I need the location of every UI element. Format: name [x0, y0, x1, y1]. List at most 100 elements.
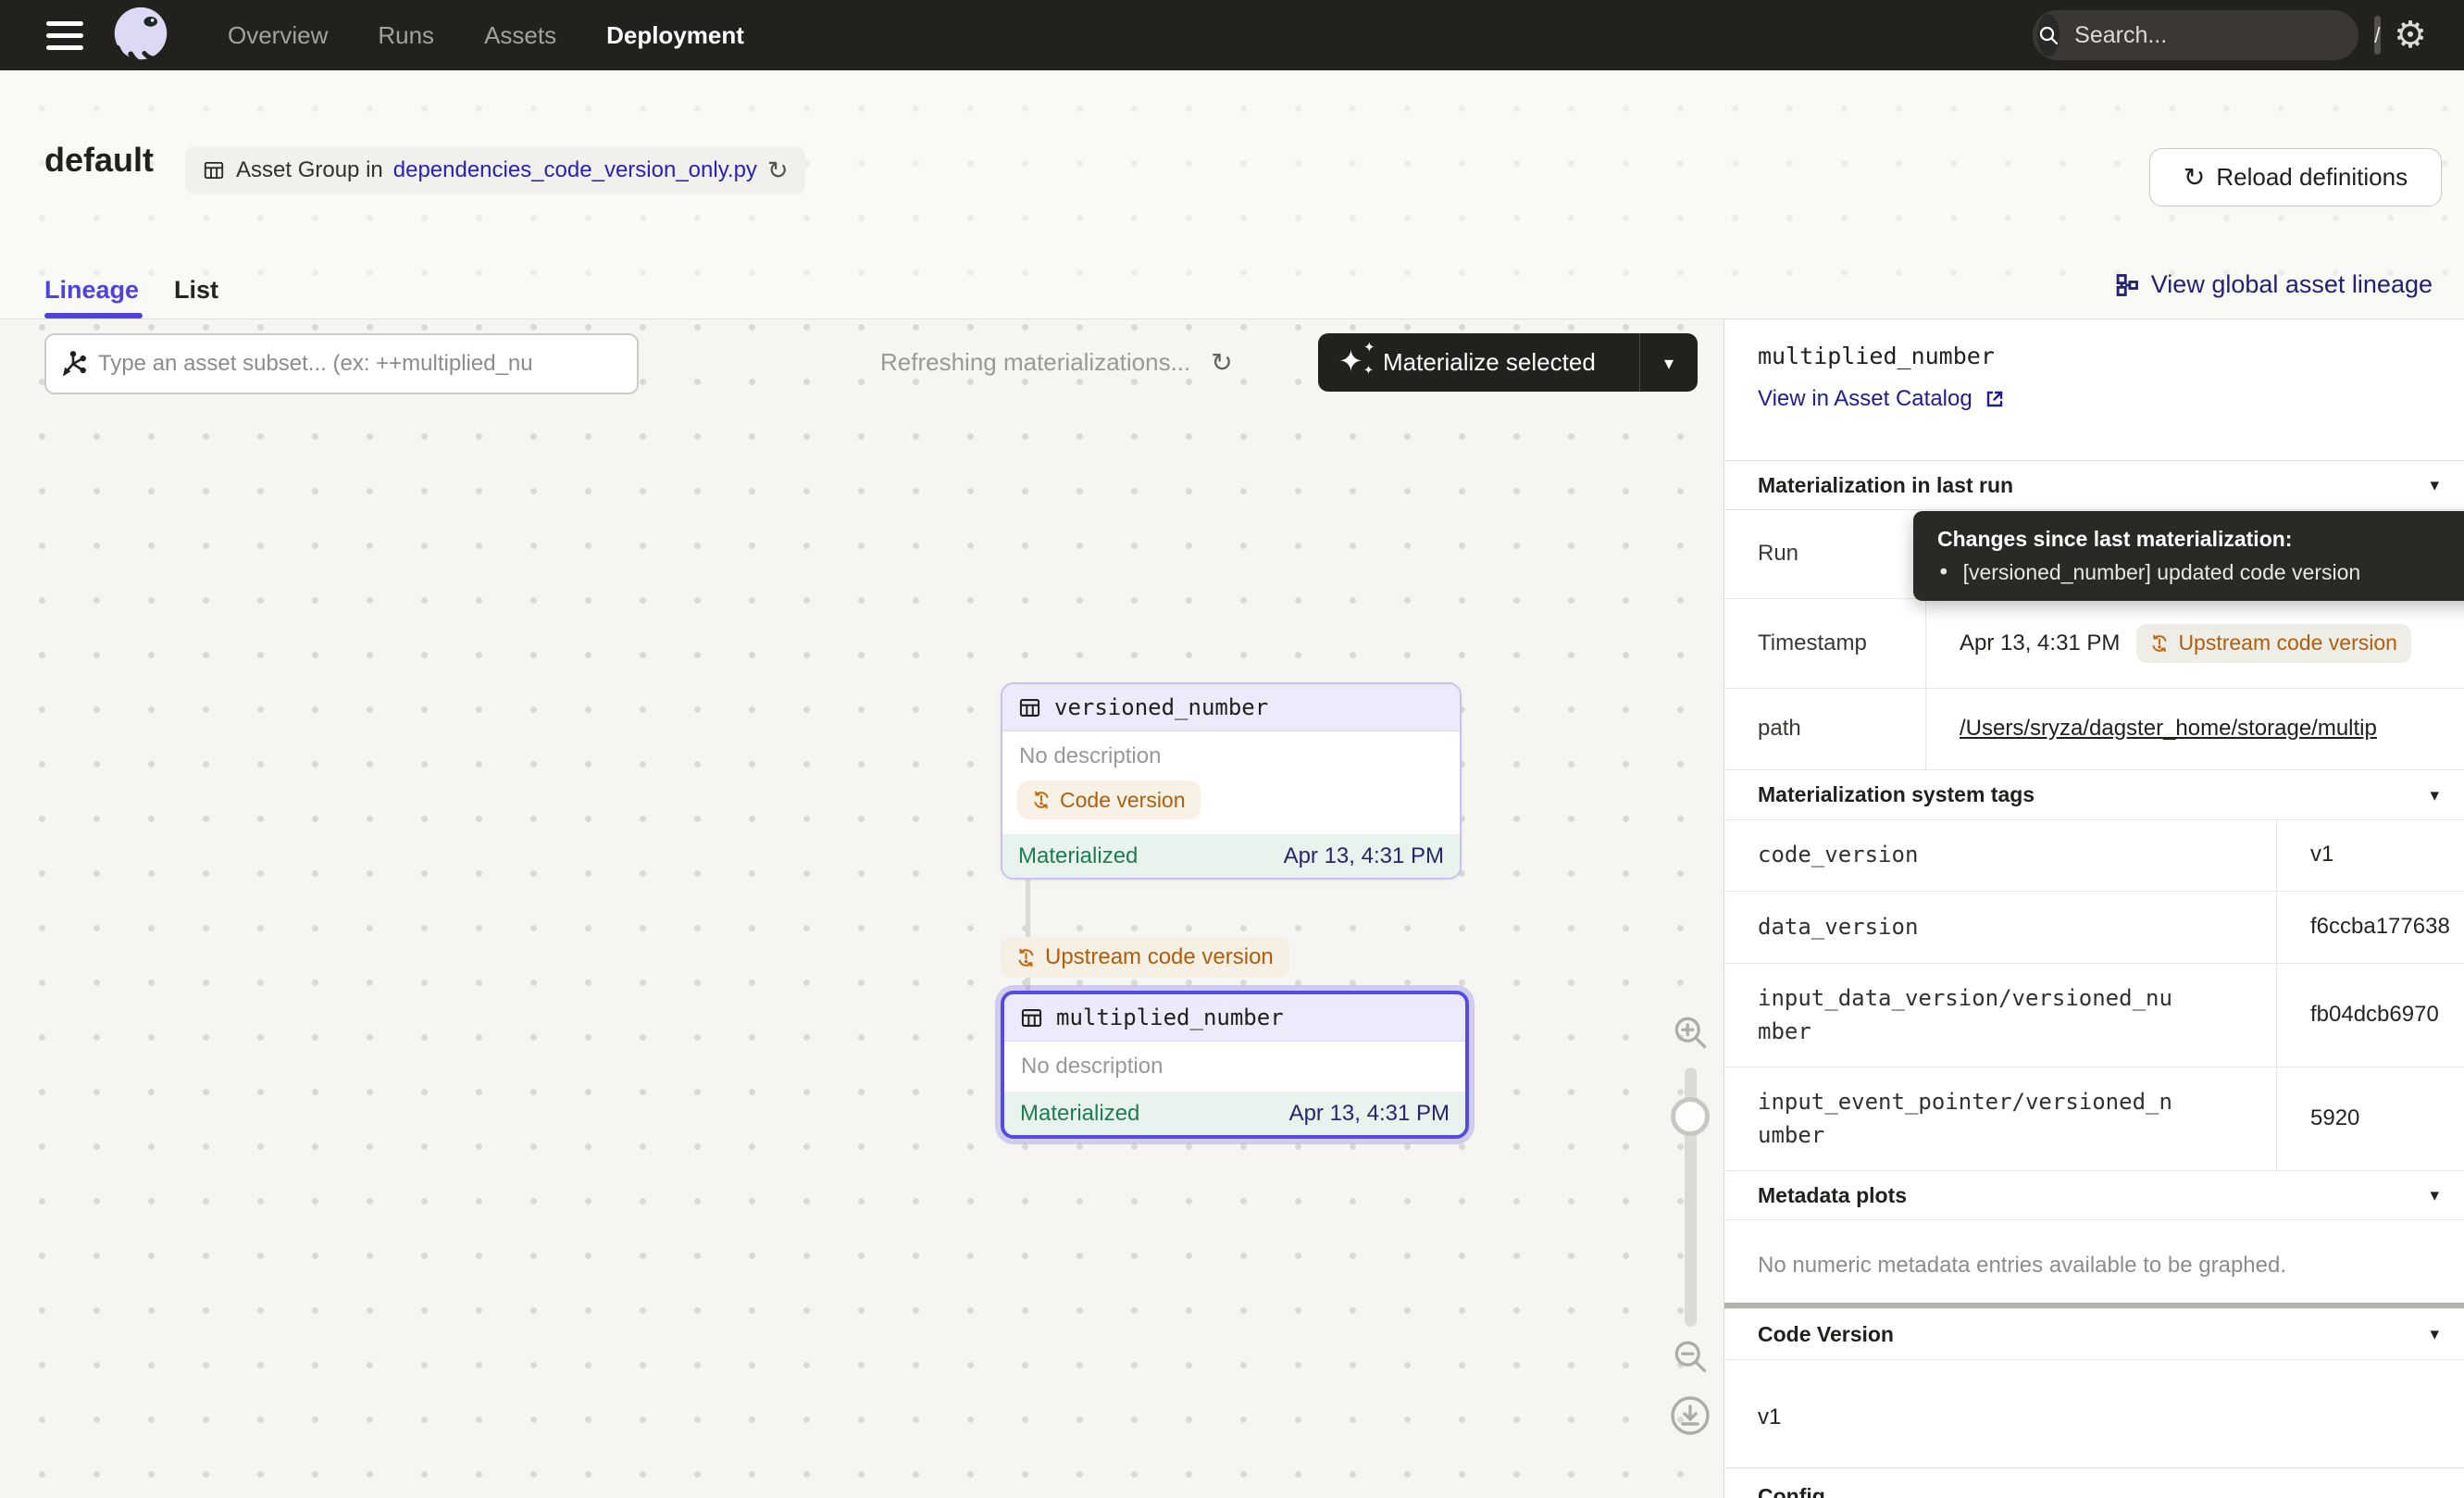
tooltip-item-text: [versioned_number] updated code version	[1963, 560, 2361, 585]
view-in-asset-catalog-link[interactable]: View in Asset Catalog	[1758, 386, 2006, 412]
materialize-dropdown-caret[interactable]: ▾	[1640, 352, 1698, 374]
tag-value: f6ccba177638	[2276, 891, 2464, 963]
asset-group-file-link[interactable]: dependencies_code_version_only.py	[393, 157, 757, 183]
path-label: path	[1724, 716, 1925, 742]
node-header: versioned_number	[1002, 684, 1460, 731]
asset-node-multiplied-number[interactable]: multiplied_number No description Materia…	[1001, 991, 1469, 1139]
nav-right: / ⚙	[2033, 10, 2427, 60]
asset-group-breadcrumb: Asset Group in dependencies_code_version…	[185, 146, 805, 194]
dagster-logo-icon[interactable]	[106, 0, 176, 70]
asset-node-versioned-number[interactable]: versioned_number No description Code ver…	[1001, 682, 1462, 880]
path-value: /Users/sryza/dagster_home/storage/multip	[1925, 688, 2464, 769]
graph-zoom-controls	[1662, 1012, 1718, 1438]
section-code-version[interactable]: Code Version ▾	[1724, 1308, 2464, 1360]
asset-name: versioned_number	[1054, 694, 1268, 720]
materialized-status: Materialized	[1018, 843, 1138, 869]
table-row: data_version f6ccba177638	[1724, 891, 2464, 964]
asset-subset-input[interactable]	[96, 350, 624, 378]
sparkle-large: ✦	[1338, 346, 1363, 376]
chevron-down-icon[interactable]: ▾	[2430, 475, 2439, 495]
refresh-status: Refreshing materializations... ↻	[880, 333, 1233, 391]
refresh-icon[interactable]: ↻	[1211, 347, 1232, 378]
sparkle-icon: ✦ ✦ ✦	[1338, 344, 1375, 381]
tag-key: code_version	[1724, 838, 2276, 871]
sparkle-small-bottom: ✦	[1363, 365, 1374, 377]
code-version-badge: Code version	[1017, 780, 1201, 819]
panel-asset-title: multiplied_number	[1758, 343, 1995, 369]
bullet-icon: •	[1937, 561, 1950, 585]
reload-definitions-button[interactable]: ↻ Reload definitions	[2149, 148, 2442, 206]
code-version-changed-icon	[1032, 791, 1051, 809]
tag-key: input_event_pointer/versioned_number	[1724, 1085, 2276, 1152]
zoom-out-icon[interactable]	[1670, 1336, 1711, 1377]
gear-icon[interactable]: ⚙	[2394, 17, 2427, 54]
table-row: input_event_pointer/versioned_number 592…	[1724, 1067, 2464, 1171]
materialized-status: Materialized	[1020, 1101, 1139, 1127]
tooltip-item: • [versioned_number] updated code versio…	[1937, 560, 2464, 585]
asset-group-prefix: Asset Group in	[236, 157, 383, 183]
section-materialization-last-run[interactable]: Materialization in last run ▾	[1724, 460, 2464, 510]
materialized-timestamp: Apr 13, 4:31 PM	[1289, 1101, 1450, 1127]
zoom-in-icon[interactable]	[1670, 1012, 1711, 1053]
table-icon	[202, 158, 226, 182]
reload-group-icon[interactable]: ↻	[767, 158, 789, 183]
code-version-changed-icon	[1016, 948, 1036, 967]
materialize-selected-button[interactable]: ✦ ✦ ✦ Materialize selected ▾	[1318, 333, 1698, 392]
table-icon	[1019, 1005, 1044, 1030]
tab-list[interactable]: List	[174, 276, 218, 305]
catalog-link-label: View in Asset Catalog	[1758, 386, 1972, 412]
path-link[interactable]: /Users/sryza/dagster_home/storage/multip	[1960, 716, 2377, 742]
nav-items: Overview Runs Assets Deployment	[228, 21, 744, 50]
search-box[interactable]: /	[2033, 10, 2358, 60]
section-heading: Code Version	[1758, 1322, 1894, 1347]
zoom-slider-handle[interactable]	[1671, 1097, 1710, 1136]
page-title: default	[44, 141, 154, 180]
section-heading: Config	[1758, 1484, 1825, 1498]
refresh-status-text: Refreshing materializations...	[880, 348, 1190, 377]
nav-item-runs[interactable]: Runs	[378, 21, 434, 50]
zoom-slider[interactable]	[1685, 1067, 1697, 1327]
table-row: input_data_version/versioned_number fb04…	[1724, 963, 2464, 1067]
menu-icon[interactable]	[46, 21, 83, 50]
dagster-app: Overview Runs Assets Deployment / ⚙ defa…	[0, 0, 2464, 1498]
asset-subset-filter[interactable]	[44, 333, 639, 394]
timestamp-text: Apr 13, 4:31 PM	[1960, 630, 2120, 656]
asset-selection-icon	[59, 350, 87, 378]
tab-lineage[interactable]: Lineage	[44, 276, 139, 305]
code-version-changed-icon	[2150, 634, 2169, 653]
code-version-badge-label: Code version	[1060, 788, 1186, 813]
search-shortcut-key: /	[2374, 16, 2380, 55]
section-system-tags[interactable]: Materialization system tags ▾	[1724, 769, 2464, 820]
tag-key: data_version	[1724, 910, 2276, 943]
asset-name: multiplied_number	[1056, 1005, 1284, 1030]
section-config[interactable]: Config	[1724, 1467, 2464, 1498]
view-global-label: View global asset lineage	[2151, 270, 2433, 299]
upstream-badge-label: Upstream code version	[1045, 944, 1274, 970]
chevron-down-icon[interactable]: ▾	[2430, 1324, 2439, 1344]
lineage-graph-canvas[interactable]: Refreshing materializations... ↻ ✦ ✦ ✦ M…	[0, 319, 1724, 1498]
chevron-down-icon[interactable]: ▾	[2430, 1185, 2439, 1205]
top-nav: Overview Runs Assets Deployment / ⚙	[0, 0, 2464, 70]
section-heading: Metadata plots	[1758, 1183, 1907, 1208]
nav-item-deployment[interactable]: Deployment	[606, 21, 744, 50]
search-input[interactable]	[2072, 21, 2374, 50]
table-icon	[1017, 695, 1042, 720]
reload-definitions-label: Reload definitions	[2216, 163, 2408, 192]
timestamp-label: Timestamp	[1724, 630, 1925, 656]
tag-key: input_data_version/versioned_number	[1724, 981, 2276, 1048]
materialize-label: Materialize selected	[1383, 348, 1639, 377]
chevron-down-icon[interactable]: ▾	[2430, 785, 2439, 805]
asset-description: No description	[1002, 731, 1460, 769]
tooltip-title: Changes since last materialization:	[1937, 527, 2464, 552]
section-metadata-plots[interactable]: Metadata plots ▾	[1724, 1170, 2464, 1220]
nav-item-assets[interactable]: Assets	[484, 21, 556, 50]
section-heading: Materialization in last run	[1758, 473, 2013, 498]
code-version-value: v1	[1758, 1404, 1781, 1430]
header-band	[0, 70, 2464, 318]
nav-item-overview[interactable]: Overview	[228, 21, 328, 50]
view-global-asset-lineage-link[interactable]: View global asset lineage	[2114, 270, 2433, 299]
reload-icon: ↻	[2184, 162, 2205, 193]
table-row-timestamp: Timestamp Apr 13, 4:31 PM Upstream code …	[1724, 598, 2464, 689]
download-image-icon[interactable]	[1668, 1393, 1712, 1438]
node-footer: Materialized Apr 13, 4:31 PM	[1002, 834, 1460, 878]
